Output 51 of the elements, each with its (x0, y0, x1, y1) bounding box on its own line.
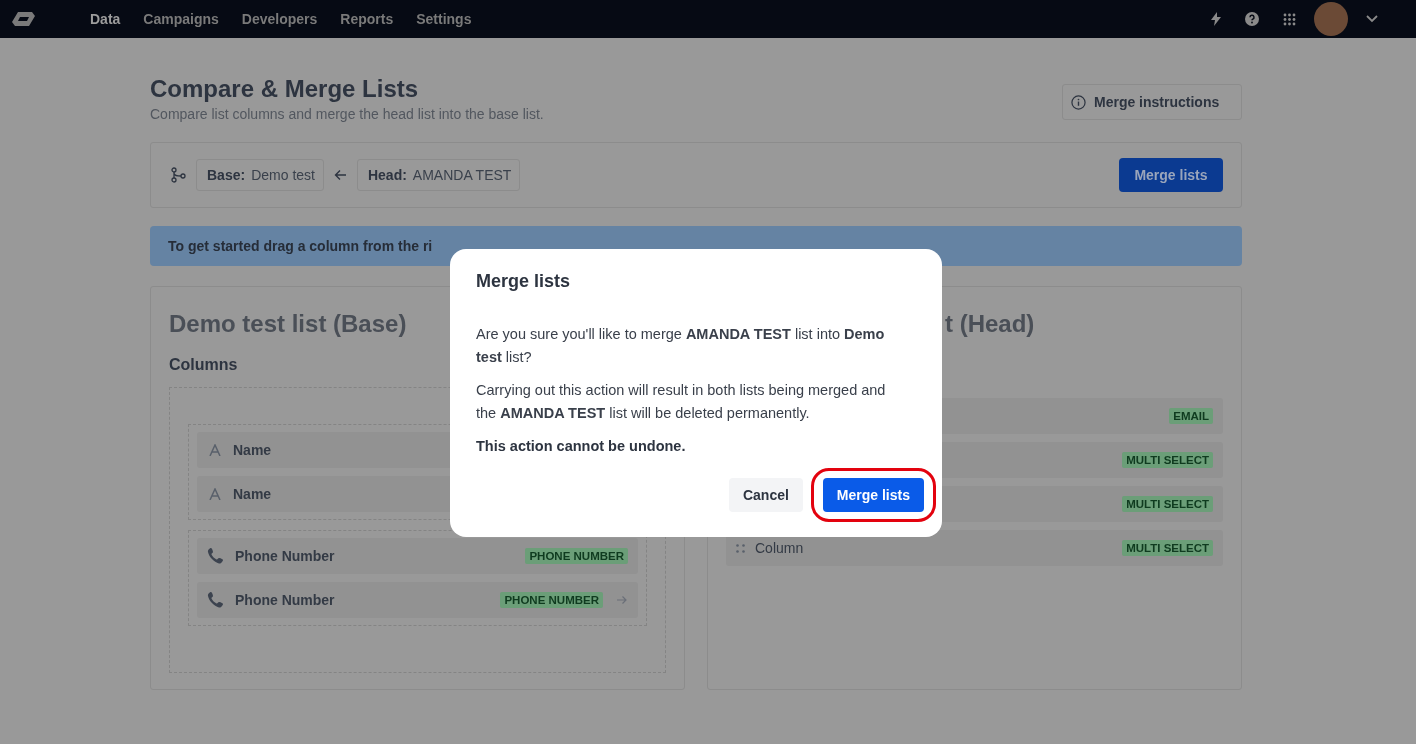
avatar[interactable] (1314, 2, 1348, 36)
nav-link[interactable]: Developers (241, 11, 318, 27)
dialog-message: Are you sure you'll like to merge AMANDA TEST list into Demo test list? (476, 325, 886, 367)
chip-value: AMANDA TEST (412, 167, 512, 183)
type-tag: MULTI SELECT (1122, 540, 1213, 556)
drag-handle-icon (736, 543, 745, 553)
column-row[interactable]: Phone Number PHONE NUMBER (197, 538, 638, 574)
help-icon[interactable] (1245, 12, 1259, 26)
type-tag: MULTI SELECT (1122, 496, 1213, 512)
text-type-icon (207, 488, 223, 500)
banner-text: To get started drag a column from the ri (168, 238, 433, 254)
column-name: Name (233, 486, 272, 502)
phone-icon (207, 547, 225, 565)
columns-heading: Columns (169, 355, 238, 375)
column-row[interactable]: Column MULTI SELECT (726, 530, 1223, 566)
column-name: Column (755, 540, 804, 556)
phone-icon (207, 591, 225, 609)
nav-link[interactable]: Reports (340, 11, 394, 27)
page-subtitle: Compare list columns and merge the head list into the base list. (150, 106, 544, 122)
page-title: Compare & Merge Lists (150, 76, 420, 102)
chip-value: Demo test (251, 167, 315, 183)
nav-link[interactable]: Data (90, 11, 121, 27)
chevron-down-icon[interactable] (1366, 15, 1378, 23)
base-list-chip[interactable]: Base: Demo test (196, 159, 324, 191)
nav-link[interactable]: Settings (416, 11, 472, 27)
type-tag: EMAIL (1169, 408, 1213, 424)
column-name: Phone Number (235, 592, 335, 608)
column-row[interactable]: Phone Number PHONE NUMBER (197, 582, 638, 618)
chip-label: Base: (207, 167, 246, 183)
nav-link[interactable]: Campaigns (143, 11, 219, 27)
logo-icon[interactable] (12, 11, 36, 27)
cancel-button[interactable]: Cancel (728, 478, 803, 512)
panel-title: Demo test list (Base) (169, 309, 407, 339)
column-name: Phone Number (235, 548, 335, 564)
dialog-title: Merge lists (476, 270, 572, 293)
merge-lists-button[interactable]: Merge lists (822, 478, 924, 512)
type-tag: PHONE NUMBER (500, 592, 603, 608)
info-icon (1071, 94, 1086, 110)
apps-grid-icon[interactable] (1283, 12, 1296, 26)
type-tag: PHONE NUMBER (525, 548, 628, 564)
branch-icon (171, 167, 186, 183)
text-type-icon (207, 444, 223, 456)
type-tag: MULTI SELECT (1122, 452, 1213, 468)
merge-lists-button[interactable]: Merge lists (1119, 158, 1223, 192)
column-name: Name (233, 442, 272, 458)
arrow-left-icon (333, 169, 347, 181)
head-list-chip[interactable]: Head: AMANDA TEST (356, 159, 521, 191)
merge-instructions-button[interactable]: Merge instructions (1062, 84, 1242, 120)
chip-label: Head: (367, 167, 407, 183)
panel-title: t (Head) (945, 309, 1035, 339)
lightning-icon[interactable] (1211, 12, 1221, 26)
